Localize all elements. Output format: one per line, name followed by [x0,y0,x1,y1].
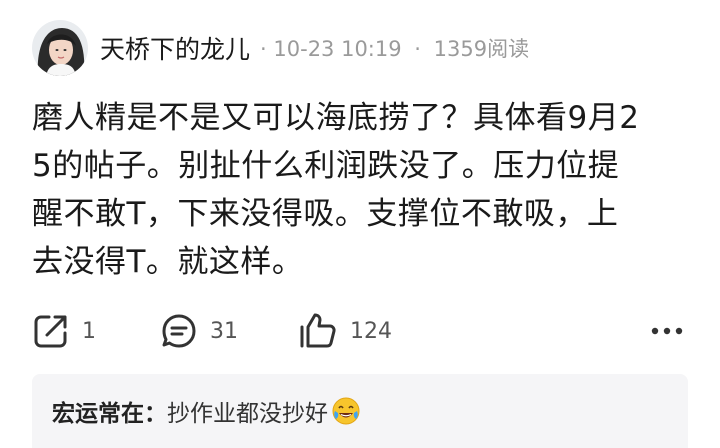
avatar[interactable] [32,20,88,76]
crying-laughing-emoji-icon [331,396,361,426]
share-count: 1 [82,318,96,344]
more-icon [650,326,684,336]
thumbs-up-icon [298,311,338,351]
content-line: 磨人精是不是又可以海底捞了？具体看9月2 [32,100,640,136]
action-bar: 1 31 124 [32,308,688,354]
author-name[interactable]: 天桥下的龙儿 [100,30,250,66]
content-line: 醒不敢T，下来没得吸。支撑位不敢吸，上 [32,196,619,232]
comment-preview[interactable]: 宏运常在： 抄作业都没抄好 [32,374,688,448]
like-count: 124 [350,318,392,344]
comment-icon [160,312,198,350]
content-line: 去没得T。就这样。 [32,244,304,280]
more-button[interactable] [646,308,688,354]
like-button[interactable]: 124 [298,308,392,354]
view-count: 1359阅读 [433,37,530,61]
meta-separator: · [414,37,421,61]
post-card: 天桥下的龙儿 · 10-23 10:19 · 1359阅读 磨人精是不是又可以海… [0,0,720,448]
post-meta: · 10-23 10:19 · 1359阅读 [260,33,529,63]
share-button[interactable]: 1 [32,308,96,354]
post-header: 天桥下的龙儿 · 10-23 10:19 · 1359阅读 [32,18,529,78]
share-icon [32,312,70,350]
comment-button[interactable]: 31 [160,308,238,354]
commenter-name[interactable]: 宏运常在： [52,394,167,428]
comment-text: 抄作业都没抄好 [167,401,328,427]
meta-separator: · [260,37,267,61]
post-date: 10-23 10:19 [273,37,402,61]
content-line: 5的帖子。别扯什么利润跌没了。压力位提 [32,148,620,184]
post-content: 磨人精是不是又可以海底捞了？具体看9月2 5的帖子。别扯什么利润跌没了。压力位提… [32,94,682,286]
comment-count: 31 [210,318,238,344]
